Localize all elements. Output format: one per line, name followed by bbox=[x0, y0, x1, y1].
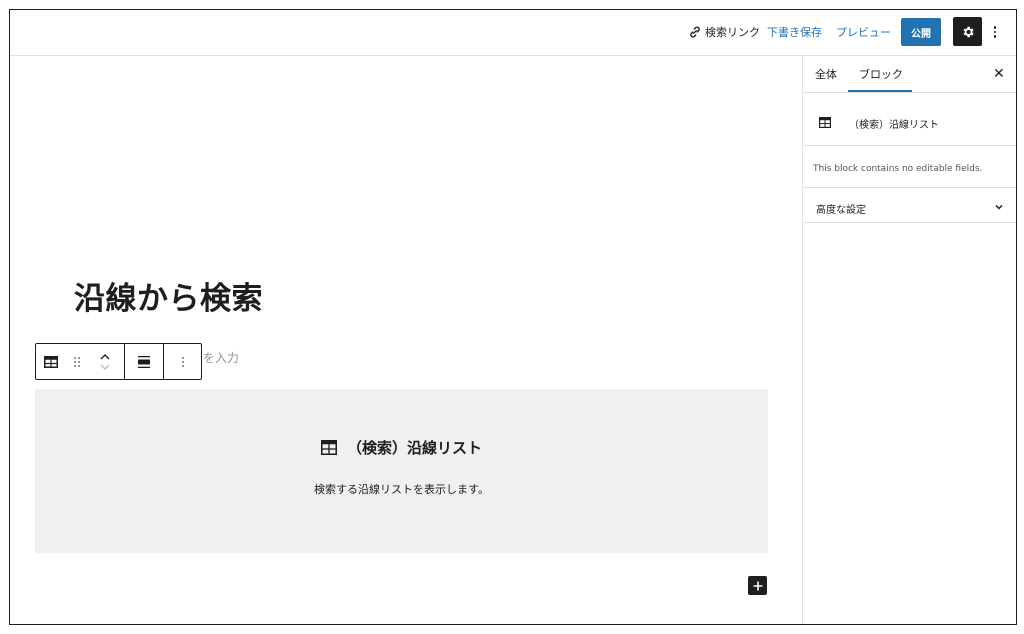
plus-icon bbox=[753, 581, 762, 590]
editor-window: 検索リンク 下書き保存 プレビュー 公開 沿線から検索 を入力 （検索）沿線リス… bbox=[9, 9, 1017, 625]
settings-sidebar: 全体 ブロック ✕ （検索）沿線リスト This block contains … bbox=[802, 56, 1016, 624]
advanced-settings-toggle[interactable]: 高度な設定 bbox=[816, 201, 866, 216]
add-block-button[interactable] bbox=[748, 576, 767, 595]
paragraph-placeholder[interactable]: を入力 bbox=[203, 349, 239, 366]
divider bbox=[803, 92, 1016, 93]
preview-button[interactable]: プレビュー bbox=[836, 24, 891, 40]
drag-handle[interactable] bbox=[66, 344, 88, 379]
table-icon bbox=[44, 355, 58, 368]
table-icon bbox=[819, 117, 831, 128]
settings-button[interactable] bbox=[953, 17, 982, 46]
align-icon bbox=[138, 355, 150, 368]
link-icon bbox=[690, 26, 700, 38]
gear-icon bbox=[963, 26, 974, 37]
block-placeholder-title: （検索）沿線リスト bbox=[35, 437, 768, 458]
save-draft-button[interactable]: 下書き保存 bbox=[767, 24, 822, 40]
block-title: （検索）沿線リスト bbox=[346, 439, 482, 457]
block-description: 検索する沿線リストを表示します。 bbox=[314, 483, 489, 496]
block-card-title: （検索）沿線リスト bbox=[849, 120, 939, 131]
chevron-down-icon[interactable] bbox=[100, 364, 110, 371]
block-type-button[interactable] bbox=[36, 344, 66, 379]
divider bbox=[803, 222, 1016, 223]
publish-button[interactable]: 公開 bbox=[901, 18, 941, 46]
align-button[interactable] bbox=[125, 344, 163, 379]
move-buttons bbox=[90, 344, 120, 379]
block-toolbar bbox=[35, 343, 202, 380]
chevron-up-icon[interactable] bbox=[100, 353, 110, 360]
post-title[interactable]: 沿線から検索 bbox=[74, 273, 263, 318]
chevron-down-icon[interactable] bbox=[994, 202, 1004, 212]
tab-document[interactable]: 全体 bbox=[815, 66, 837, 82]
table-icon bbox=[320, 440, 337, 455]
more-vertical-icon bbox=[993, 26, 997, 29]
no-fields-message: This block contains no editable fields. bbox=[813, 164, 983, 174]
more-options-button[interactable] bbox=[990, 21, 1000, 43]
drag-handle-icon bbox=[74, 356, 80, 367]
tab-block[interactable]: ブロック bbox=[859, 66, 903, 82]
divider bbox=[803, 145, 1016, 146]
search-link-label: 検索リンク bbox=[705, 26, 760, 39]
route-list-block[interactable]: （検索）沿線リスト 検索する沿線リストを表示します。 bbox=[35, 389, 768, 553]
block-options-button[interactable] bbox=[164, 344, 202, 379]
top-toolbar: 検索リンク 下書き保存 プレビュー 公開 bbox=[10, 10, 1016, 56]
more-vertical-icon bbox=[182, 356, 184, 359]
search-link-button[interactable]: 検索リンク bbox=[688, 23, 760, 41]
divider bbox=[803, 187, 1016, 188]
close-icon[interactable]: ✕ bbox=[993, 66, 1005, 82]
